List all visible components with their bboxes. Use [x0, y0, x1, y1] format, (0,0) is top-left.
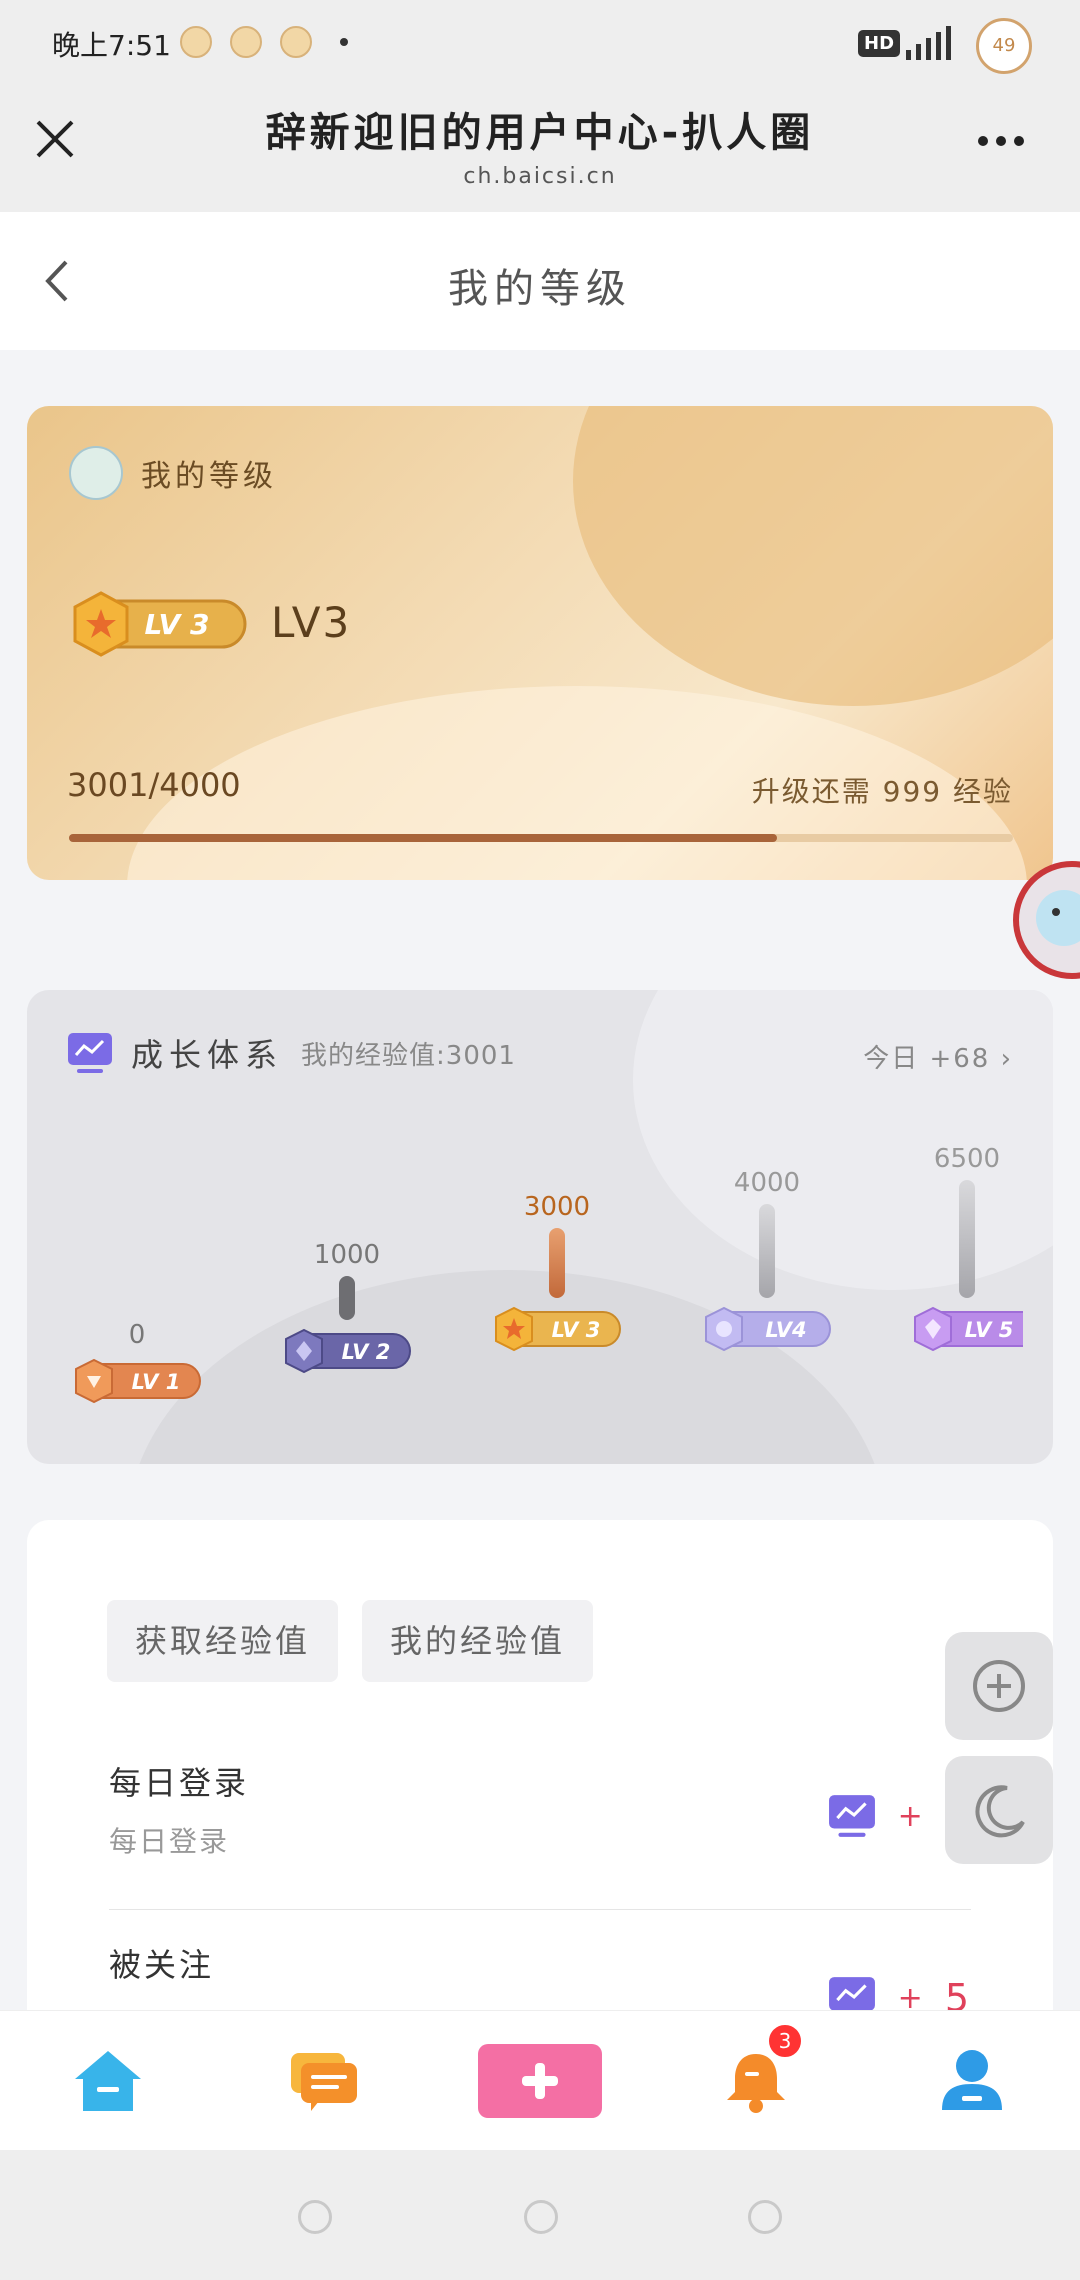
task-item: 每日登录 每日登录 + 5 [109, 1758, 969, 1860]
app-notification-icon [280, 26, 312, 58]
lv4-label: LV4 [765, 1318, 806, 1342]
user-icon [942, 2050, 1002, 2110]
chat-icon [291, 2053, 357, 2111]
monitor-chart-icon [828, 1795, 875, 1837]
system-nav-icon[interactable] [748, 2200, 782, 2234]
lv1-label: LV 1 [132, 1370, 181, 1394]
lv2-badge-icon: LV 2 [285, 1328, 411, 1374]
nav-notifications[interactable] [648, 2011, 864, 2151]
hd-badge: HD [858, 30, 901, 57]
divider [109, 1909, 971, 1910]
exp-progress-bar [69, 834, 1013, 842]
float-add-button[interactable] [945, 1632, 1053, 1740]
nav-post-button[interactable] [432, 2011, 648, 2151]
exp-tasks-card: 获取经验值 我的经验值 每日登录 每日登录 + 5 被关注 [27, 1520, 1053, 2010]
level-card: 我的等级 LV 3 LV3 3001/4000 升级还需 999 经验 [27, 406, 1053, 880]
tab-earn-exp[interactable]: 获取经验值 [107, 1600, 339, 1682]
level-stick [959, 1180, 975, 1298]
tab-my-exp[interactable]: 我的经验值 [362, 1600, 594, 1682]
growth-title: 成长体系 [131, 1036, 284, 1074]
nav-home[interactable] [0, 2011, 216, 2151]
status-bar: 晚上7:51 HD 49 [0, 0, 1080, 84]
level-step: 4000 LV4 [697, 1168, 837, 1356]
app-notification-icon [180, 26, 212, 58]
close-icon[interactable] [30, 114, 80, 164]
page-content[interactable]: 我的等级 LV 3 LV3 3001/4000 升级还需 999 经验 成长体系… [0, 350, 1080, 2010]
status-time: 晚上7:51 [52, 29, 171, 62]
level-step: 1000 LV 2 [277, 1240, 417, 1378]
level-step: 0 LV 1 [67, 1320, 207, 1408]
dark-mode-toggle[interactable] [945, 1756, 1053, 1864]
level-threshold: 0 [128, 1320, 146, 1350]
home-icon [75, 2051, 141, 2111]
lv3-badge-icon: LV 3 [495, 1306, 621, 1352]
growth-system-card: 成长体系 我的经验值:3001 今日 +68 › 0 LV 1 1000 LV [27, 990, 1053, 1464]
today-exp-text: 今日 +68 [863, 1044, 991, 1074]
mascot-sticker-icon [1013, 861, 1080, 979]
level-card-heading: 我的等级 [141, 459, 277, 494]
exp-needed-text: 升级还需 999 经验 [751, 775, 1013, 808]
more-notifications-dot-icon [340, 38, 348, 46]
notification-icons [180, 26, 312, 58]
nav-profile[interactable] [864, 2011, 1080, 2151]
page-header: 我的等级 [0, 212, 1080, 350]
lv2-label: LV 2 [342, 1340, 391, 1364]
reward-plus: + [897, 1980, 923, 2011]
exp-progress-text: 3001/4000 [67, 766, 241, 804]
lv3-label: LV 3 [552, 1318, 601, 1342]
reward-plus: + [897, 1798, 923, 1834]
lv5-label: LV 5 [965, 1318, 1014, 1342]
level-threshold: 4000 [733, 1168, 801, 1198]
level-threshold: 3000 [523, 1192, 591, 1222]
level-stick [549, 1228, 565, 1298]
system-nav-icon[interactable] [298, 2200, 332, 2234]
signal-icon [906, 26, 951, 60]
level-threshold: 6500 [933, 1144, 1001, 1174]
task-item: 被关注 + 5 [109, 1940, 969, 2010]
browser-title: 辞新迎旧的用户中心-扒人圈 [265, 110, 815, 156]
battery-icon: 49 [976, 18, 1032, 74]
reward-value: 5 [944, 1976, 969, 2010]
level-stick [339, 1276, 355, 1320]
app-notification-icon [230, 26, 262, 58]
system-nav-icon[interactable] [524, 2200, 558, 2234]
exp-progress-fill [69, 834, 777, 842]
growth-subtitle: 我的经验值:3001 [301, 1040, 516, 1071]
page-title: 我的等级 [448, 266, 632, 312]
level-badge-lv3-icon: LV 3 [73, 591, 247, 657]
bottom-nav [0, 2010, 1080, 2151]
browser-url: ch.baicsi.cn [463, 164, 617, 189]
monitor-chart-icon [68, 1033, 112, 1073]
more-menu-icon[interactable] [978, 136, 1024, 146]
lv5-badge-icon: LV 5 [914, 1306, 1040, 1352]
user-avatar [69, 446, 123, 500]
level-stick [759, 1204, 775, 1298]
lv1-badge-icon: LV 1 [75, 1358, 201, 1404]
system-nav-bar [0, 2150, 1080, 2280]
notification-badge: 3 [766, 2022, 804, 2060]
nav-messages[interactable] [216, 2011, 432, 2151]
monitor-chart-icon [828, 1977, 875, 2010]
level-threshold: 1000 [313, 1240, 381, 1270]
level-step: 6500 LV 5 [907, 1144, 1040, 1356]
plus-circle-icon [973, 1660, 1025, 1712]
lv4-badge-icon: LV4 [705, 1306, 831, 1352]
browser-toolbar: 辞新迎旧的用户中心-扒人圈 ch.baicsi.cn [0, 84, 1080, 212]
today-exp-link[interactable]: 今日 +68 › [863, 1038, 1013, 1075]
moon-icon [975, 1785, 1025, 1838]
badge-label: LV 3 [145, 608, 210, 641]
plus-icon [478, 2044, 602, 2118]
current-level: LV3 [271, 598, 352, 647]
level-step: 3000 LV 3 [487, 1192, 627, 1356]
chevron-right-icon: › [1000, 1044, 1013, 1074]
